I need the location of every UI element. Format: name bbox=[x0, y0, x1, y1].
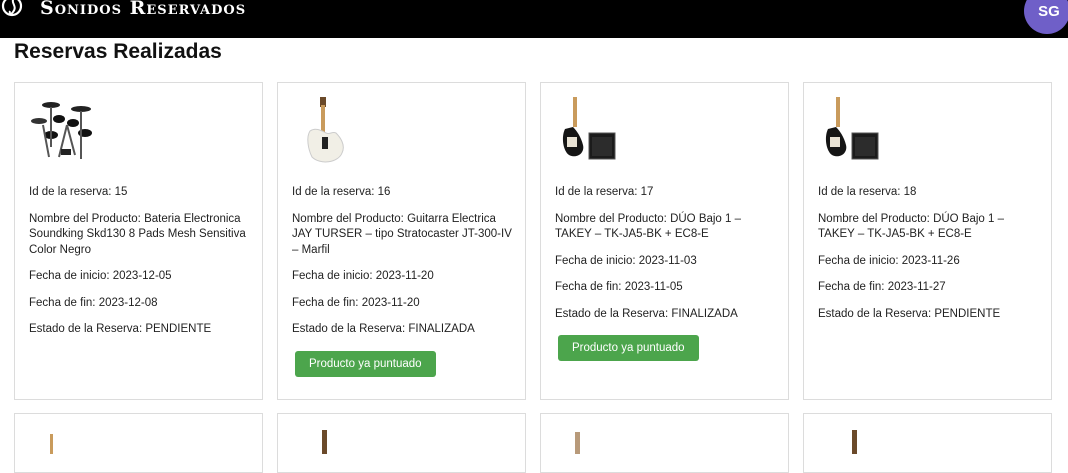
reservation-id: Id de la reserva: 17 bbox=[555, 186, 654, 198]
reservation-id: Id de la reserva: 15 bbox=[29, 186, 128, 198]
end-date: Fecha de fin: 2023-11-05 bbox=[555, 281, 683, 293]
reservation-status: Estado de la Reserva: PENDIENTE bbox=[29, 323, 212, 335]
reservation-card: Id de la reserva: 15 Nombre del Producto… bbox=[14, 82, 263, 400]
reservation-card bbox=[277, 413, 526, 473]
start-date: Fecha de inicio: 2023-12-05 bbox=[29, 270, 172, 282]
bass-amp-icon bbox=[825, 97, 879, 160]
end-date: Fecha de fin: 2023-11-27 bbox=[818, 281, 946, 293]
reservation-status: Estado de la Reserva: FINALIZADA bbox=[292, 323, 475, 335]
reservation-status: Estado de la Reserva: PENDIENTE bbox=[818, 307, 1001, 320]
reservation-card bbox=[803, 413, 1052, 473]
product-name: Nombre del Producto: Bateria Electronica… bbox=[29, 212, 246, 256]
page-title: Reservas Realizadas bbox=[14, 40, 222, 63]
reservation-status: Estado de la Reserva: FINALIZADA bbox=[555, 307, 738, 320]
bass-guitar-icon bbox=[50, 434, 53, 454]
electric-guitar-icon bbox=[307, 97, 344, 163]
start-date: Fecha de inicio: 2023-11-26 bbox=[818, 254, 960, 267]
product-rated-button[interactable]: Producto ya puntuado bbox=[295, 350, 436, 377]
reservation-card: Id de la reserva: 16 Nombre del Producto… bbox=[277, 82, 526, 400]
brand-name: Sonidos Reservados bbox=[40, 0, 247, 19]
start-date: Fecha de inicio: 2023-11-03 bbox=[555, 254, 697, 267]
product-name: Nombre del Producto: Guitarra Electrica … bbox=[292, 212, 512, 256]
end-date: Fecha de fin: 2023-12-08 bbox=[29, 296, 158, 309]
bass-amp-icon bbox=[562, 97, 616, 160]
brand[interactable]: Sonidos Reservados bbox=[0, 0, 246, 22]
reservation-id: Id de la reserva: 16 bbox=[292, 186, 391, 198]
reservation-card: Id de la reserva: 17 Nombre del Producto… bbox=[540, 82, 789, 400]
electric-guitar-icon bbox=[852, 430, 857, 454]
music-logo-icon bbox=[1, 0, 23, 17]
reservation-card: Id de la reserva: 18 Nombre del Producto… bbox=[803, 82, 1052, 400]
electric-guitar-icon bbox=[322, 430, 327, 454]
end-date: Fecha de fin: 2023-11-20 bbox=[292, 296, 420, 309]
reservation-id: Id de la reserva: 18 bbox=[818, 186, 917, 198]
drum-kit-icon bbox=[31, 102, 92, 159]
product-name: Nombre del Producto: DÚO Bajo 1 – TAKEY … bbox=[818, 212, 1005, 241]
product-name: Nombre del Producto: DÚO Bajo 1 – TAKEY … bbox=[555, 212, 742, 241]
user-avatar[interactable]: SG bbox=[1024, 0, 1068, 34]
start-date: Fecha de inicio: 2023-11-20 bbox=[292, 270, 434, 282]
reservation-card bbox=[14, 413, 263, 473]
reservation-card bbox=[540, 413, 789, 473]
top-navbar: Sonidos Reservados SG bbox=[0, 0, 1068, 38]
product-rated-button[interactable]: Producto ya puntuado bbox=[558, 335, 699, 361]
